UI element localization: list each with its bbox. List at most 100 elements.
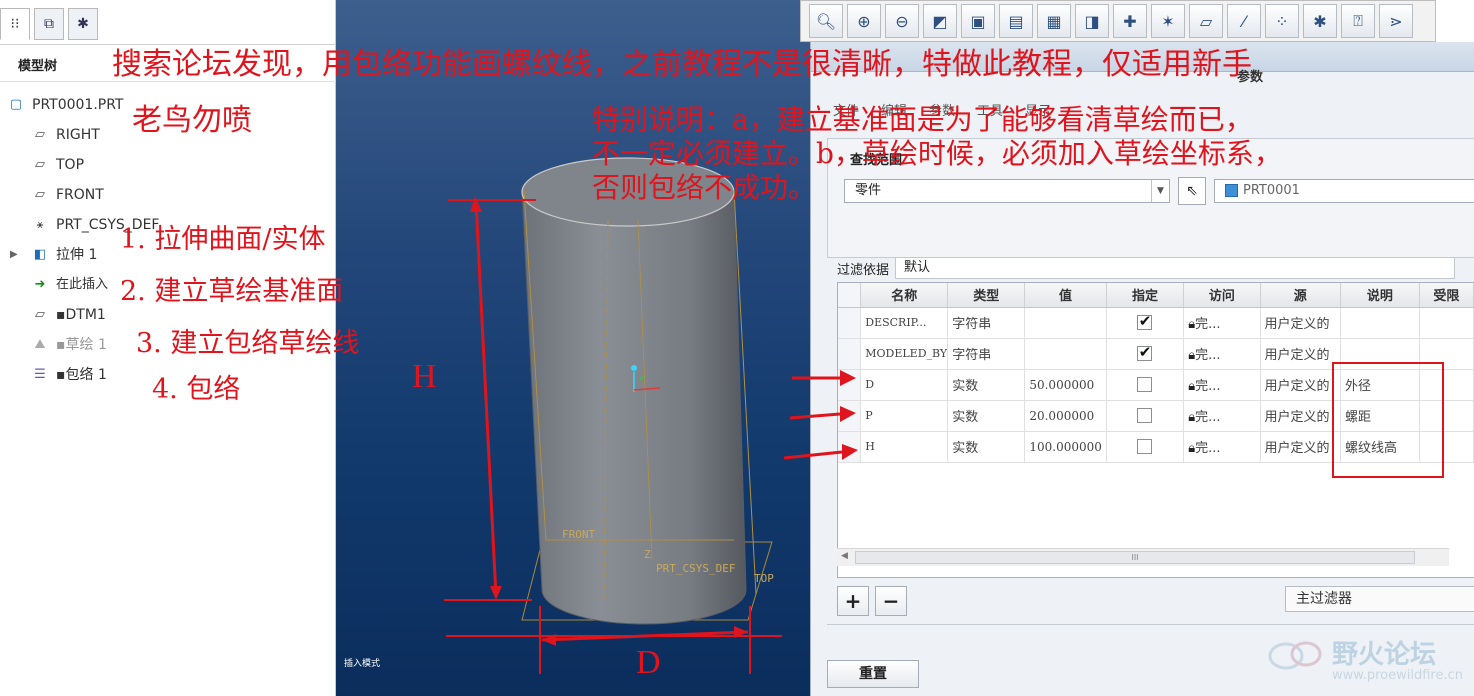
param-type[interactable]: 字符串 (947, 307, 1026, 339)
designated-checkbox[interactable] (1136, 312, 1152, 330)
add-parameter-button[interactable]: + (837, 586, 869, 616)
model-tree-icon[interactable]: ⁝⁝ (0, 8, 30, 40)
param-name[interactable]: MODELED_BY (860, 338, 949, 370)
param-value[interactable] (1024, 307, 1107, 339)
filter-select[interactable]: 默认 (895, 257, 1456, 279)
chevron-down-icon[interactable]: ▼ (1151, 180, 1169, 202)
lookin-select[interactable]: 零件 ▼ (844, 179, 1170, 203)
display-style-icon[interactable]: ▣ (961, 4, 995, 38)
row-header[interactable] (838, 307, 862, 339)
scroll-left-icon[interactable]: ◀ (841, 551, 848, 561)
designated-checkbox[interactable] (1136, 377, 1152, 392)
param-designated (1106, 369, 1185, 401)
insert-here-icon: ➜ (34, 277, 46, 292)
datum-display-icon[interactable]: ✶ (1151, 4, 1185, 38)
part-name-field[interactable]: PRT0001 (1214, 179, 1474, 203)
param-value[interactable]: 100.000000 (1024, 431, 1107, 463)
tutorial-subline: 老鸟勿喷 (132, 103, 252, 138)
extrude-icon: ◧ (33, 247, 47, 262)
designated-checkbox[interactable] (1136, 343, 1152, 361)
param-access[interactable]: 🔒︎完... (1183, 338, 1261, 370)
column-header-restricted[interactable]: 受限 (1419, 283, 1474, 308)
highlight-box (1332, 362, 1444, 478)
axis-display-icon[interactable]: ⁄ (1227, 4, 1261, 38)
designated-checkbox[interactable] (1136, 439, 1152, 454)
note-line-2: 不一定必须建立。b，草绘时候，必须加入草绘坐标系， (592, 137, 1282, 170)
view-manager-icon[interactable]: ▦ (1037, 4, 1071, 38)
row-header[interactable] (838, 400, 862, 432)
appearance-icon[interactable]: ⋗ (1379, 4, 1413, 38)
column-header-name[interactable]: 名称 (860, 283, 949, 308)
param-access[interactable]: 🔒︎完... (1183, 369, 1261, 401)
param-description[interactable] (1340, 307, 1420, 339)
zoom-in-icon[interactable]: ⊕ (847, 4, 881, 38)
main-filter-button[interactable]: 主过滤器 (1285, 586, 1474, 612)
csys-display-icon[interactable]: ✱ (1303, 4, 1337, 38)
param-name[interactable]: D (860, 369, 949, 401)
table-horizontal-scrollbar[interactable]: ◀ III (837, 548, 1449, 566)
column-header-type[interactable]: 类型 (947, 283, 1026, 308)
tree-item-right[interactable]: ▱ RIGHT (30, 122, 100, 148)
row-header[interactable] (838, 431, 862, 463)
param-designated (1106, 431, 1185, 463)
column-header-source[interactable]: 源 (1260, 283, 1341, 308)
annotation-display-icon[interactable]: ⍰ (1341, 4, 1375, 38)
tree-item-dtm1[interactable]: ▱ ▪DTM1 (30, 302, 106, 328)
param-access[interactable]: 🔒︎完... (1183, 431, 1261, 463)
tree-item-label: ▪包络 1 (56, 367, 107, 383)
param-designated (1106, 307, 1185, 339)
tree-item-label: TOP (56, 157, 85, 173)
csys-origin-marker (631, 365, 637, 371)
csys-icon: ⚹ (36, 218, 44, 231)
param-name[interactable]: P (860, 400, 949, 432)
select-cursor-icon[interactable]: ⇖ (1178, 177, 1206, 205)
tree-item-wrap[interactable]: ☰ ▪包络 1 (30, 362, 107, 388)
expand-arrow-icon[interactable]: ▶ (10, 242, 18, 268)
reset-button[interactable]: 重置 (827, 660, 919, 688)
param-source: 用户定义的 (1260, 338, 1341, 370)
tutorial-headline: 搜索论坛发现，用包络功能画螺纹线，之前教程不是很清晰，特做此教程，仅适用新手 (112, 47, 1252, 82)
datum-plane-icon: ▱ (35, 127, 45, 142)
remove-parameter-button[interactable]: − (875, 586, 907, 616)
repaint-icon[interactable]: ◩ (923, 4, 957, 38)
scrollbar-thumb[interactable]: III (855, 551, 1415, 564)
butterfly-logo-icon (1268, 641, 1322, 670)
layer-icon[interactable]: ⧉ (34, 8, 64, 40)
settings-icon[interactable]: ✱ (68, 8, 98, 40)
param-value[interactable]: 50.000000 (1024, 369, 1107, 401)
param-type[interactable]: 实数 (947, 369, 1026, 401)
zoom-out-icon[interactable]: ⊖ (885, 4, 919, 38)
param-type[interactable]: 实数 (947, 431, 1026, 463)
zoom-fit-icon[interactable]: 🔍︎ (809, 4, 843, 38)
plane-display-icon[interactable]: ▱ (1189, 4, 1223, 38)
dimension-label-d: D (636, 644, 661, 681)
tree-item-extrude[interactable]: ▶ ◧ 拉伸 1 (10, 242, 97, 268)
param-type[interactable]: 字符串 (947, 338, 1026, 370)
table-row[interactable]: DESCRIP... 字符串 🔒︎完... 用户定义的 (838, 307, 1474, 339)
tree-item-part[interactable]: ▢ PRT0001.PRT (6, 92, 124, 118)
tree-item-sketch[interactable]: ⛰ ▪草绘 1 (30, 332, 107, 358)
spin-center-icon[interactable]: ✚ (1113, 4, 1147, 38)
point-display-icon[interactable]: ⁘ (1265, 4, 1299, 38)
param-name[interactable]: DESCRIP... (860, 307, 949, 339)
datum-label-front: FRONT (562, 528, 596, 541)
column-header-description[interactable]: 说明 (1340, 283, 1420, 308)
column-header-access[interactable]: 访问 (1183, 283, 1261, 308)
param-access[interactable]: 🔒︎完... (1183, 307, 1261, 339)
param-type[interactable]: 实数 (947, 400, 1026, 432)
param-access[interactable]: 🔒︎完... (1183, 400, 1261, 432)
param-value[interactable] (1024, 338, 1107, 370)
param-name[interactable]: H (860, 431, 949, 463)
row-header[interactable] (838, 338, 862, 370)
perspective-icon[interactable]: ◨ (1075, 4, 1109, 38)
designated-checkbox[interactable] (1136, 408, 1152, 423)
tree-item-front[interactable]: ▱ FRONT (30, 182, 104, 208)
row-header[interactable] (838, 369, 862, 401)
tree-item-top[interactable]: ▱ TOP (30, 152, 84, 178)
column-header-value[interactable]: 值 (1024, 283, 1107, 308)
tree-item-label: 在此插入 (56, 277, 109, 292)
tree-item-insert-here[interactable]: ➜ 在此插入 (30, 272, 108, 298)
column-header-designated[interactable]: 指定 (1106, 283, 1185, 308)
param-value[interactable]: 20.000000 (1024, 400, 1107, 432)
saved-views-icon[interactable]: ▤ (999, 4, 1033, 38)
